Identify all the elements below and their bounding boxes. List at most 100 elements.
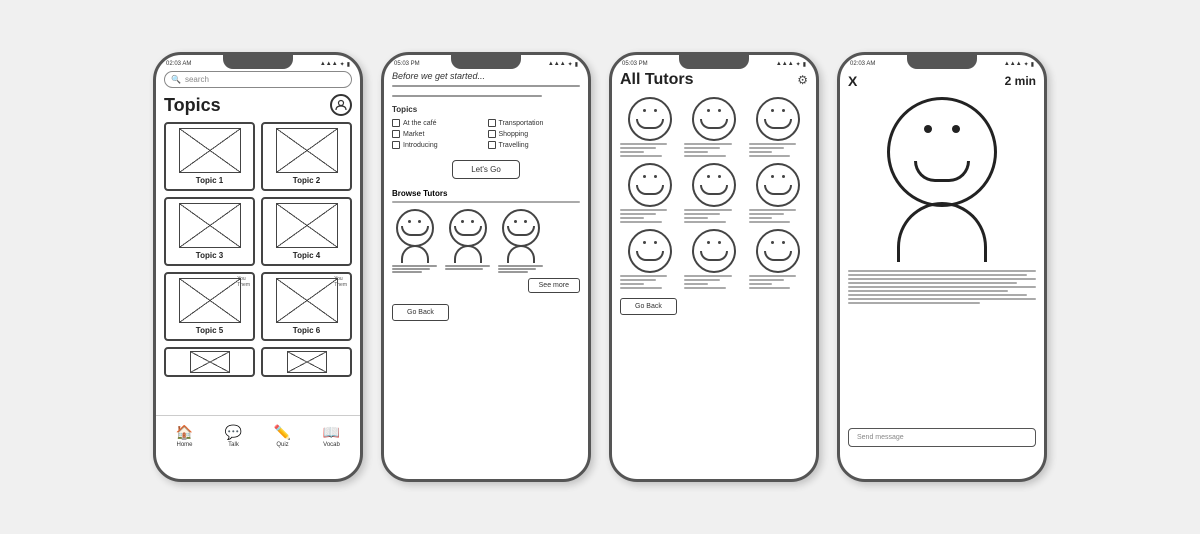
checkbox-box-intro[interactable]: [392, 141, 400, 149]
tutor-lines-2: [445, 265, 490, 270]
p3-lines-7: [620, 275, 679, 289]
tutor-line-1a: [392, 265, 437, 267]
home-icon: 🏠: [176, 424, 193, 441]
big-smiley: [887, 97, 997, 207]
go-back-button-3[interactable]: Go Back: [620, 298, 677, 315]
subtitle-line-2: [392, 95, 542, 97]
tutor-card-1[interactable]: [392, 209, 437, 273]
tutor-body-3: [507, 245, 535, 263]
p3-eyes-2: [707, 109, 721, 112]
checkbox-box-cafe[interactable]: [392, 119, 400, 127]
checkbox-box-travel[interactable]: [488, 141, 496, 149]
tutors-row-2: [620, 163, 808, 223]
p3-tutor-2[interactable]: [684, 97, 743, 157]
checkbox-travel[interactable]: Travelling: [488, 141, 581, 149]
status-time-3: 05:03 PM: [622, 61, 648, 67]
p3-tutor-5[interactable]: [684, 163, 743, 223]
tutor-card-3[interactable]: [498, 209, 543, 273]
topic-thumbnail-2: [276, 128, 338, 173]
tutor-lines-1: [392, 265, 437, 273]
topic-card-4[interactable]: Topic 4: [261, 197, 352, 266]
tutor-smiley-2: [449, 209, 487, 247]
p3-smiley-4: [628, 163, 672, 207]
checkboxes-grid: At the café Transportation Market Shoppi…: [392, 119, 580, 149]
search-bar[interactable]: 🔍 search: [164, 71, 352, 88]
phone-3: 05:03 PM ▲▲▲ ✦ ▮ All Tutors ⚙: [609, 52, 819, 482]
nav-item-vocab[interactable]: 📖 Vocab: [323, 424, 340, 448]
tutor-line-3a: [498, 265, 543, 267]
checkbox-market[interactable]: Market: [392, 130, 485, 138]
topic-card-partial-2: [261, 347, 352, 377]
nav-label-talk: Talk: [228, 442, 239, 448]
topic-thumbnail-4: [276, 203, 338, 248]
status-time-2: 05:03 PM: [394, 61, 420, 67]
screen-3: All Tutors ⚙: [612, 71, 816, 455]
go-back-button-2[interactable]: Go Back: [392, 304, 449, 321]
notch-3: [679, 55, 749, 69]
browse-tutors-row: [392, 209, 580, 273]
eye-l-2: [461, 220, 464, 223]
checkbox-shopping[interactable]: Shopping: [488, 130, 581, 138]
p3-smiley-8: [692, 229, 736, 273]
topic-label-6: Topic 6: [293, 326, 320, 335]
big-body: [897, 202, 987, 262]
search-placeholder: search: [185, 75, 209, 84]
p3-lines-9: [749, 275, 808, 289]
nav-item-quiz[interactable]: ✏️ Quiz: [274, 424, 291, 448]
p3-tutor-4[interactable]: [620, 163, 679, 223]
session-timer: 2 min: [1005, 74, 1036, 88]
send-message-input[interactable]: Send message: [848, 428, 1036, 447]
title-row: Topics: [164, 94, 352, 116]
all-tutors-header: All Tutors ⚙: [620, 71, 808, 89]
big-eye-left: [924, 125, 932, 133]
checkbox-label-cafe: At the café: [403, 120, 436, 127]
nav-item-talk[interactable]: 💬 Talk: [225, 424, 242, 448]
tutor-card-2[interactable]: [445, 209, 490, 273]
checkbox-cafe[interactable]: At the café: [392, 119, 485, 127]
p3-tutor-8[interactable]: [684, 229, 743, 289]
tutor-smiley-1: [396, 209, 434, 247]
wifi-icon-2: ✦: [568, 61, 573, 68]
checkbox-intro[interactable]: Introducing: [392, 141, 485, 149]
topic-thumbnail-3: [179, 203, 241, 248]
battery-icon-2: ▮: [575, 61, 578, 68]
quiz-icon: ✏️: [274, 424, 291, 441]
tutor-line-2b: [445, 268, 483, 270]
checkbox-box-shopping[interactable]: [488, 130, 496, 138]
p3-eyes-9: [771, 241, 785, 244]
lets-go-button[interactable]: Let's Go: [452, 160, 520, 179]
checkbox-box-market[interactable]: [392, 130, 400, 138]
topic-card-6[interactable]: YouThem Topic 6: [261, 272, 352, 341]
checkbox-box-transport[interactable]: [488, 119, 496, 127]
big-avatar-container: [848, 97, 1036, 262]
battery-icon-4: ▮: [1031, 61, 1034, 68]
topic-card-5[interactable]: YouThem Topic 5: [164, 272, 255, 341]
filter-icon[interactable]: ⚙: [797, 73, 808, 87]
p3-smiley-5: [692, 163, 736, 207]
p3-tutor-3[interactable]: [749, 97, 808, 157]
p3-tutor-1[interactable]: [620, 97, 679, 157]
topic-card-1[interactable]: Topic 1: [164, 122, 255, 191]
status-time-4: 02:03 AM: [850, 61, 875, 67]
p3-smiley-2: [692, 97, 736, 141]
topic-card-2[interactable]: Topic 2: [261, 122, 352, 191]
topic-card-3[interactable]: Topic 3: [164, 197, 255, 266]
see-more-button[interactable]: See more: [528, 278, 580, 293]
p3-smiley-3: [756, 97, 800, 141]
nav-item-home[interactable]: 🏠 Home: [176, 424, 193, 448]
tutor-eyes-1: [408, 220, 421, 223]
nav-label-vocab: Vocab: [323, 442, 340, 448]
topics-section-label: Topics: [392, 105, 580, 114]
tutor-body-1: [401, 245, 429, 263]
p3-tutor-9[interactable]: [749, 229, 808, 289]
before-title: Before we get started...: [392, 71, 580, 81]
p3-tutor-7[interactable]: [620, 229, 679, 289]
close-button[interactable]: X: [848, 73, 857, 89]
battery-icon-3: ▮: [803, 61, 806, 68]
checkbox-transport[interactable]: Transportation: [488, 119, 581, 127]
avatar[interactable]: [330, 94, 352, 116]
eye-r-3: [524, 220, 527, 223]
eye-r-2: [471, 220, 474, 223]
p3-lines-6: [749, 209, 808, 223]
p3-tutor-6[interactable]: [749, 163, 808, 223]
